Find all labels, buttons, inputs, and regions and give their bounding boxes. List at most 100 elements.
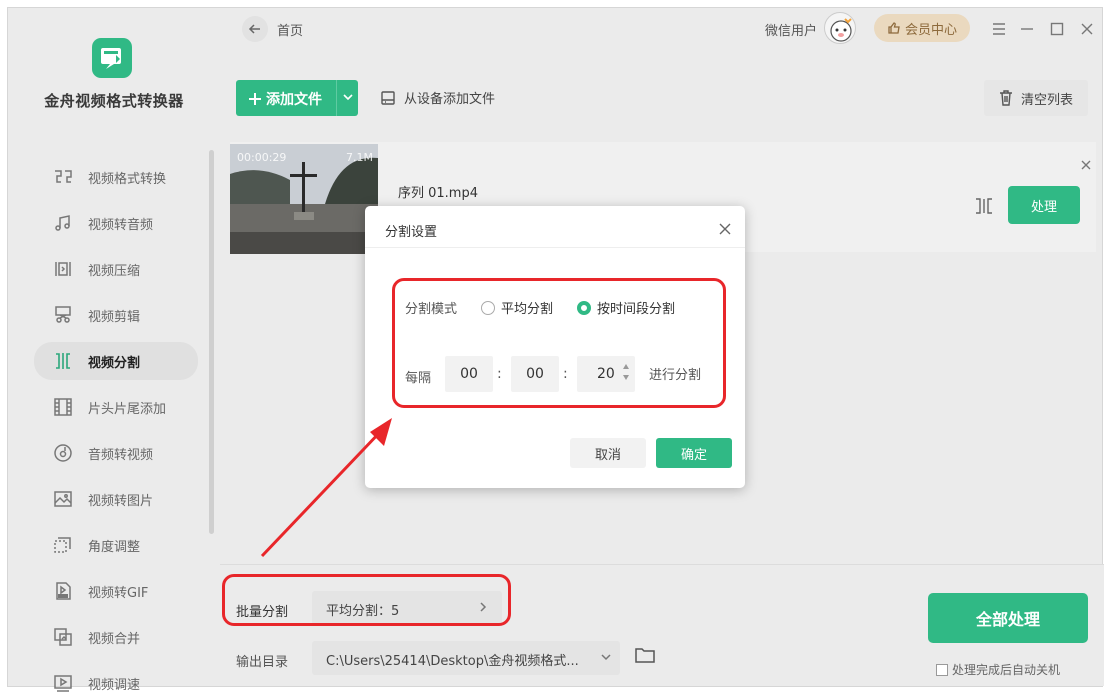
sidebar-item-video-to-audio[interactable]: 视频转音频 [34, 200, 198, 246]
remove-file-icon[interactable] [1080, 156, 1092, 170]
split-settings-icon[interactable] [974, 198, 994, 218]
batch-split-label: 批量分割 [236, 605, 289, 620]
sidebar-item-label: 视频格式转换 [88, 171, 167, 187]
chevron-right-icon [478, 601, 488, 617]
confirm-button[interactable]: 确定 [656, 438, 732, 468]
add-from-device-button[interactable]: 从设备添加文件 [380, 88, 495, 107]
sidebar-item-gif[interactable]: 视频转GIF [34, 568, 198, 614]
sidebar-item-merge[interactable]: 视频合并 [34, 614, 198, 660]
film-strip-icon [52, 396, 74, 418]
top-bar: 首页 微信用户 会员中心 [220, 8, 1104, 52]
sidebar-item-intro-outro[interactable]: 片头片尾添加 [34, 384, 198, 430]
sidebar-item-rotate[interactable]: 角度调整 [34, 522, 198, 568]
output-dir-value: C:\Users\25414\Desktop\金舟视频格式... [326, 654, 579, 669]
clear-list-label: 清空列表 [1020, 92, 1073, 108]
split-mode-label: 分割模式 [405, 302, 458, 317]
plus-icon [249, 93, 261, 105]
toolbar: 添加文件 从设备添加文件 清空列表 [220, 78, 1104, 118]
sidebar-item-label: 视频分割 [88, 355, 141, 371]
sidebar-item-split[interactable]: 视频分割 [34, 342, 198, 380]
arrow-left-icon [248, 24, 260, 34]
sidebar-item-video-to-image[interactable]: 视频转图片 [34, 476, 198, 522]
sidebar-item-label: 视频压缩 [88, 263, 141, 279]
thumb-up-icon [888, 22, 900, 34]
sidebar: 金舟视频格式转换器 视频格式转换 视频转音频 视频压缩 视频剪辑 视频分割 片头… [8, 8, 220, 693]
sidebar-item-label: 视频转图片 [88, 493, 154, 509]
bottom-bar: 批量分割 平均分割：5 输出目录 C:\Users\25414\Desktop\… [220, 564, 1104, 686]
sidebar-item-edit[interactable]: 视频剪辑 [34, 292, 198, 338]
sidebar-item-label: 视频转GIF [88, 585, 149, 601]
music-note-icon [52, 212, 74, 234]
trash-icon [999, 90, 1012, 106]
avatar[interactable] [824, 12, 856, 44]
gif-icon [52, 580, 74, 602]
sidebar-item-label: 视频转音频 [88, 217, 154, 233]
chevron-down-icon[interactable] [342, 91, 354, 107]
back-button[interactable] [242, 16, 268, 42]
output-dir-select[interactable]: C:\Users\25414\Desktop\金舟视频格式... [312, 641, 620, 675]
radio-even-split[interactable]: 平均分割 [481, 298, 553, 317]
video-thumbnail[interactable]: 00:00:29 7.1M [230, 144, 378, 254]
minutes-input[interactable]: 00 [511, 356, 559, 392]
add-file-label: 添加文件 [266, 92, 322, 108]
auto-shutdown-option[interactable]: 处理完成后自动关机 [936, 661, 1060, 678]
split-icon [52, 350, 74, 372]
process-button[interactable]: 处理 [1008, 186, 1080, 224]
stepper-arrows-icon[interactable] [622, 362, 630, 386]
every-label: 每隔 [405, 371, 432, 386]
hours-input[interactable]: 00 [445, 356, 493, 392]
button-divider [336, 80, 337, 116]
radio-label: 平均分割 [501, 302, 554, 317]
sidebar-item-speed[interactable]: 视频调速 [34, 660, 198, 694]
sidebar-item-compress[interactable]: 视频压缩 [34, 246, 198, 292]
minimize-icon[interactable] [1018, 20, 1036, 38]
dialog-title: 分割设置 [385, 225, 438, 240]
sidebar-item-label: 角度调整 [88, 539, 141, 555]
app-logo-icon [92, 38, 132, 78]
user-name[interactable]: 微信用户 [765, 20, 817, 39]
merge-icon [52, 626, 74, 648]
breadcrumb[interactable]: 首页 [277, 20, 303, 39]
image-icon [52, 488, 74, 510]
menu-icon[interactable] [990, 20, 1008, 38]
add-file-button[interactable]: 添加文件 [236, 80, 358, 116]
split-suffix-label: 进行分割 [649, 368, 702, 383]
chevron-down-icon [600, 651, 612, 667]
output-dir-label: 输出目录 [236, 655, 289, 670]
disc-icon [52, 442, 74, 464]
process-all-button[interactable]: 全部处理 [928, 593, 1088, 643]
scissors-icon [52, 304, 74, 326]
video-size: 7.1M [346, 151, 373, 164]
time-separator: : [563, 366, 568, 382]
sidebar-item-audio-to-video[interactable]: 音频转视频 [34, 430, 198, 476]
maximize-icon[interactable] [1048, 20, 1066, 38]
sidebar-item-label: 片头片尾添加 [88, 401, 167, 417]
dialog-header: 分割设置 [365, 206, 745, 248]
folder-icon[interactable] [634, 645, 656, 669]
auto-shutdown-label: 处理完成后自动关机 [952, 663, 1061, 677]
split-settings-dialog: 分割设置 分割模式 平均分割 按时间段分割 每隔 00 : 00 : 20 进行… [365, 206, 745, 488]
radio-button[interactable] [481, 300, 495, 315]
vip-label: 会员中心 [904, 22, 957, 38]
device-drive-icon [381, 90, 395, 105]
radio-time-split[interactable]: 按时间段分割 [577, 298, 675, 317]
radio-button-selected[interactable] [577, 300, 591, 315]
batch-split-select[interactable]: 平均分割：5 [312, 591, 502, 625]
vip-center-button[interactable]: 会员中心 [874, 14, 970, 42]
auto-shutdown-checkbox[interactable] [936, 663, 948, 676]
clear-list-button[interactable]: 清空列表 [984, 80, 1088, 116]
radio-label: 按时间段分割 [597, 302, 676, 317]
compress-icon [52, 258, 74, 280]
speed-icon [52, 672, 74, 694]
dialog-close-icon[interactable] [719, 220, 731, 239]
time-separator: : [497, 366, 502, 382]
sidebar-scrollbar[interactable] [209, 150, 214, 534]
format-convert-icon [52, 166, 74, 188]
close-icon[interactable] [1078, 20, 1096, 38]
rotate-icon [52, 534, 74, 556]
cancel-button[interactable]: 取消 [570, 438, 646, 468]
file-name: 序列 01.mp4 [398, 186, 478, 201]
add-from-device-label: 从设备添加文件 [404, 92, 496, 107]
sidebar-item-format-convert[interactable]: 视频格式转换 [34, 154, 198, 200]
sidebar-item-label: 视频合并 [88, 631, 141, 647]
